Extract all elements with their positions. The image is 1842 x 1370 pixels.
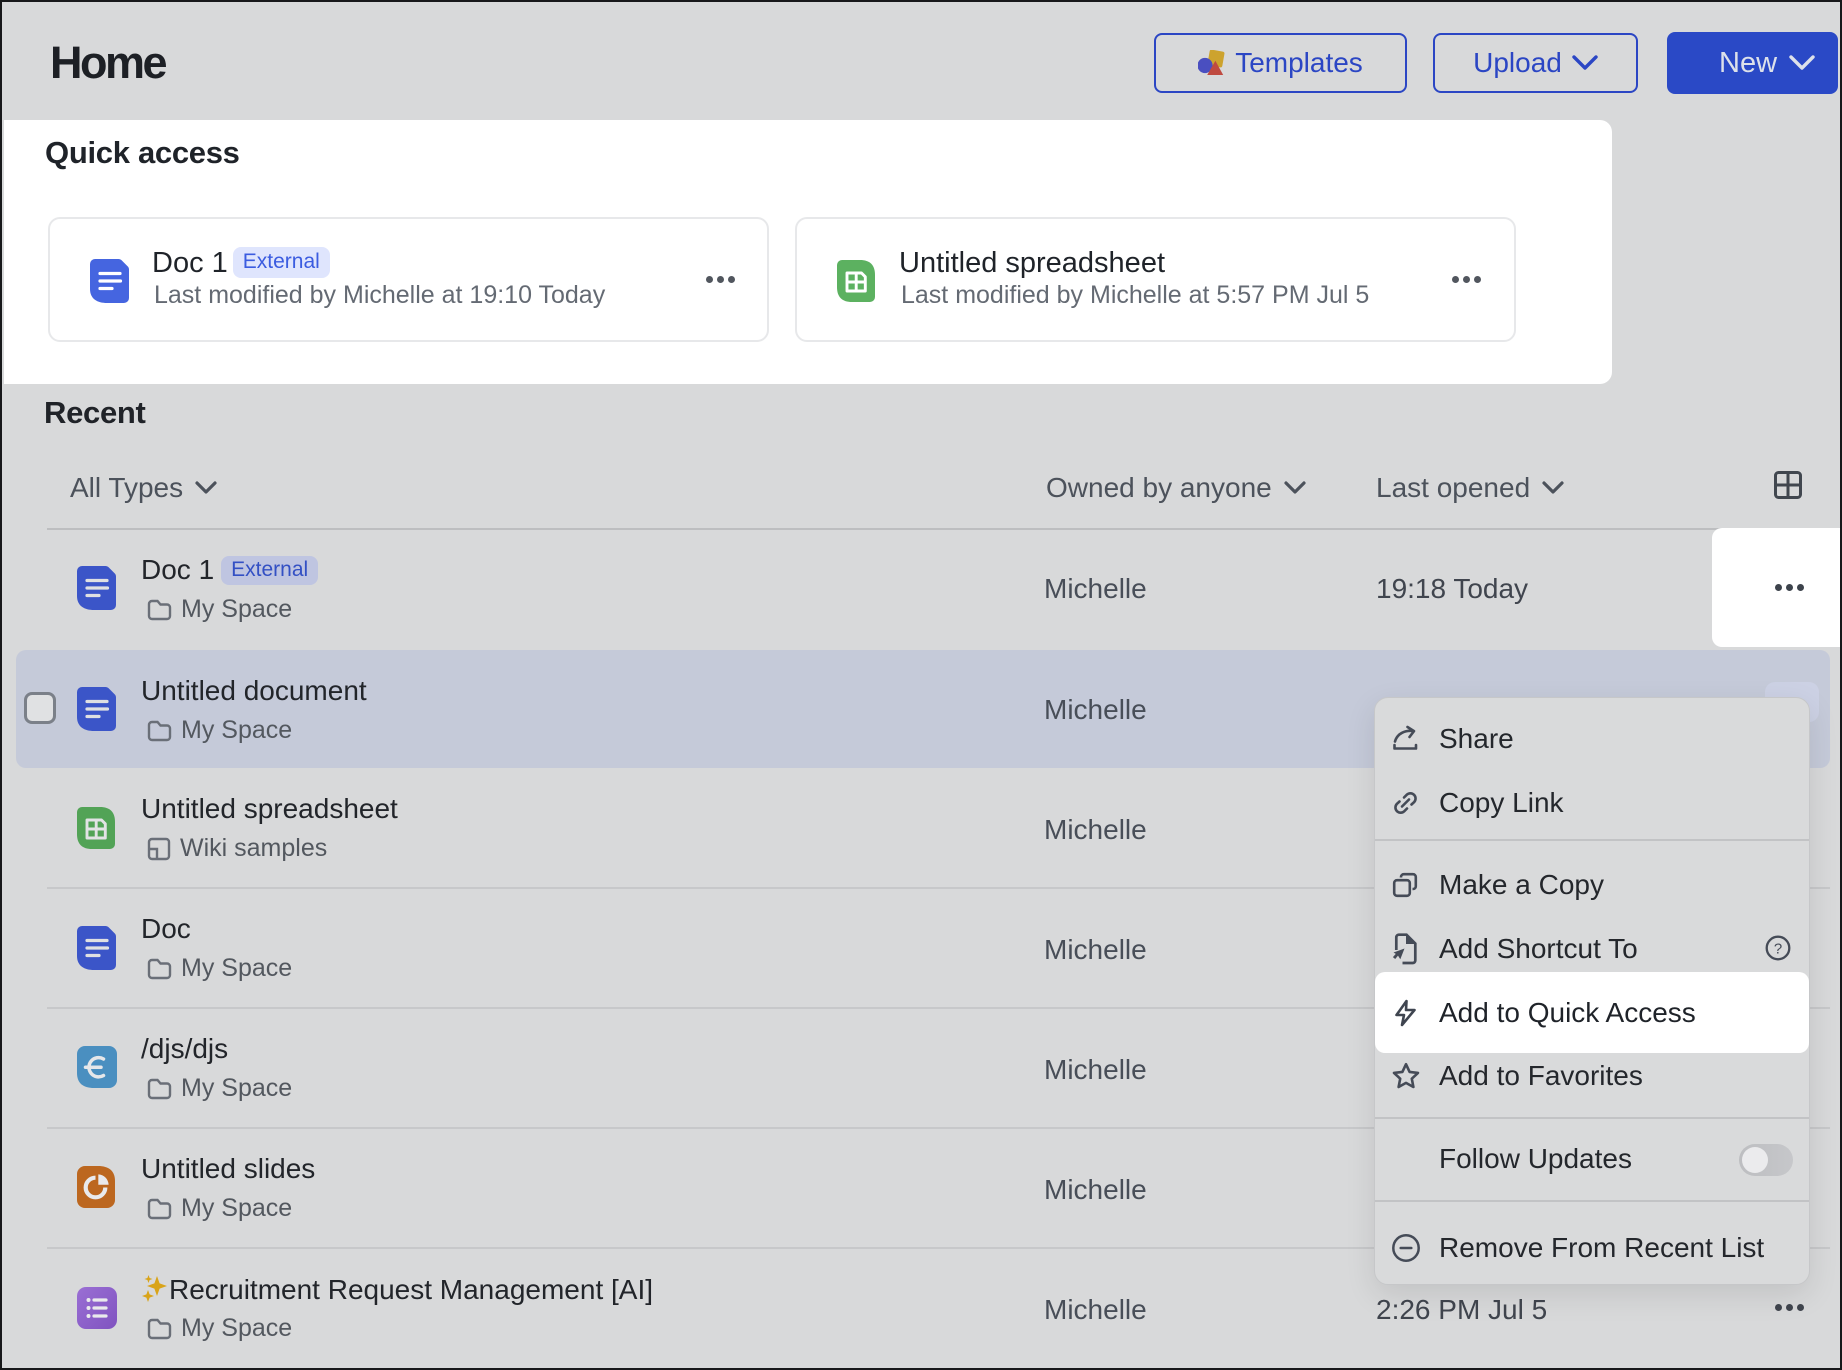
svg-text:?: ? (1774, 940, 1782, 957)
